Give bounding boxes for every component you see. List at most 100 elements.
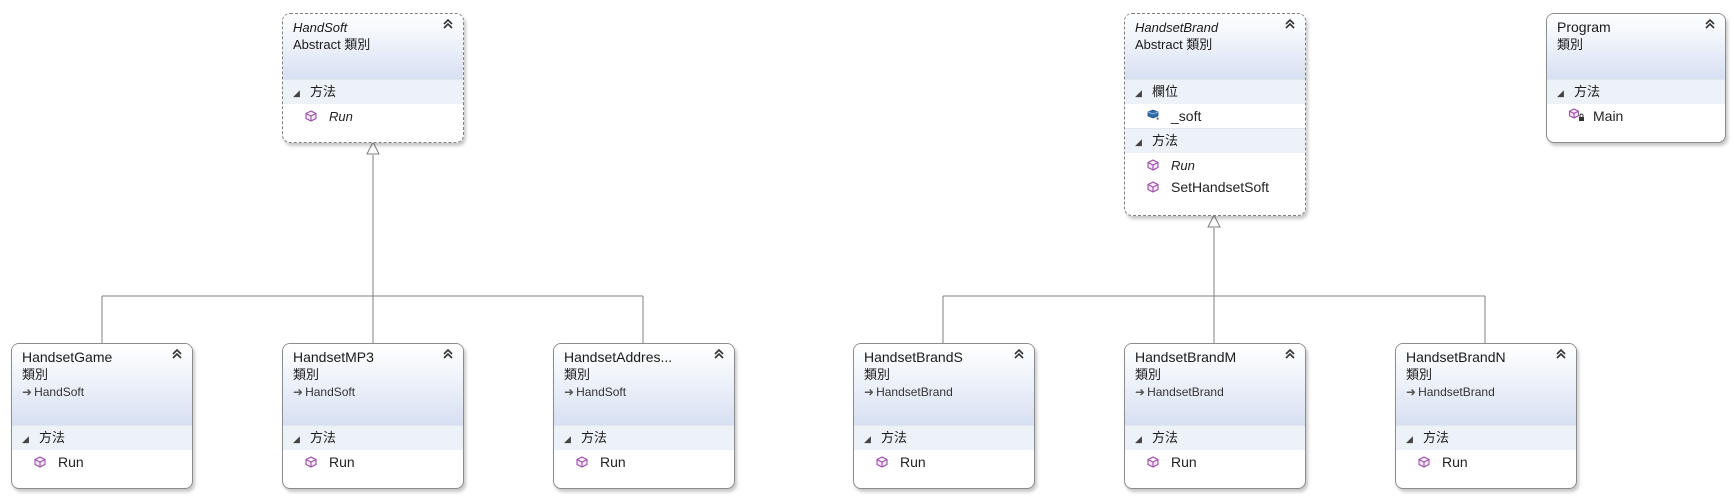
class-box-program[interactable]: Program 類別 ◢ 方法 Main <box>1546 13 1726 143</box>
expand-triangle-icon: ◢ <box>1557 88 1564 98</box>
class-name: HandsetMP3 <box>293 349 374 365</box>
base-class: ➜ HandSoft <box>22 383 182 401</box>
class-header: HandsetMP3 類別 ➜ HandSoft <box>283 344 463 425</box>
section-title: 方法 <box>310 430 337 445</box>
member-run[interactable]: Run <box>554 450 734 474</box>
expand-triangle-icon: ◢ <box>293 88 300 98</box>
class-name: HandsetBrandS <box>864 349 963 365</box>
base-class-name: HandSoft <box>305 385 356 399</box>
class-header: HandsetAddres... 類別 ➜ HandSoft <box>554 344 734 425</box>
method-cube-icon <box>576 451 590 475</box>
class-name: HandSoft <box>293 20 348 35</box>
class-box-handsetgame[interactable]: HandsetGame 類別 ➜ HandSoft ◢ 方法 Run <box>11 343 193 489</box>
inherit-arrow-icon: ➜ <box>564 385 575 399</box>
inherit-arrow-icon: ➜ <box>1406 385 1417 399</box>
section-title: 方法 <box>1152 430 1179 445</box>
collapse-chevron-icon[interactable] <box>1013 348 1025 360</box>
class-name: HandsetGame <box>22 349 113 365</box>
method-cube-icon <box>1418 451 1432 475</box>
collapse-chevron-icon[interactable] <box>1284 348 1296 360</box>
collapse-chevron-icon[interactable] <box>713 348 725 360</box>
member-sethandsetsoft[interactable]: SetHandsetSoft <box>1125 177 1305 199</box>
inherit-arrow-icon: ➜ <box>293 385 304 399</box>
class-name: Program <box>1557 19 1611 35</box>
member-run[interactable]: Run <box>1396 450 1576 474</box>
section-title: 方法 <box>1423 430 1450 445</box>
class-header: HandSoft Abstract 類別 <box>283 14 463 79</box>
method-cube-icon <box>876 451 890 475</box>
section-methods[interactable]: ◢ 方法 <box>1125 425 1305 450</box>
section-methods[interactable]: ◢ 方法 <box>283 425 463 450</box>
member-run[interactable]: Run <box>283 104 463 128</box>
class-box-handsetbrandm[interactable]: HandsetBrandM 類別 ➜ HandsetBrand ◢ 方法 Run <box>1124 343 1306 489</box>
collapse-chevron-icon[interactable] <box>1704 18 1716 30</box>
section-methods[interactable]: ◢ 方法 <box>1547 79 1725 104</box>
base-class-name: HandSoft <box>34 385 85 399</box>
expand-triangle-icon: ◢ <box>22 434 29 444</box>
collapse-chevron-icon[interactable] <box>1284 18 1296 30</box>
member-name: Run <box>329 454 355 470</box>
method-cube-icon <box>305 105 319 129</box>
expand-triangle-icon: ◢ <box>1406 434 1413 444</box>
section-methods[interactable]: ◢ 方法 <box>854 425 1034 450</box>
member-run[interactable]: Run <box>12 450 192 474</box>
expand-triangle-icon: ◢ <box>1135 88 1142 98</box>
section-fields[interactable]: ◢ 欄位 <box>1125 79 1305 104</box>
class-kind: Abstract 類別 <box>1135 37 1213 52</box>
member-run[interactable]: Run <box>854 450 1034 474</box>
member-main[interactable]: Main <box>1547 104 1725 128</box>
generalization-arrow-icon <box>366 140 380 155</box>
method-cube-icon <box>305 451 319 475</box>
expand-triangle-icon: ◢ <box>1135 137 1142 147</box>
class-header: HandsetBrandS 類別 ➜ HandsetBrand <box>854 344 1034 425</box>
collapse-chevron-icon[interactable] <box>1555 348 1567 360</box>
section-methods[interactable]: ◢ 方法 <box>1396 425 1576 450</box>
class-diagram: HandSoft Abstract 類別 ◢ 方法 Run HandsetBran… <box>0 0 1734 497</box>
class-name: HandsetBrandN <box>1406 349 1506 365</box>
expand-triangle-icon: ◢ <box>864 434 871 444</box>
section-title: 方法 <box>310 84 337 99</box>
section-title: 方法 <box>581 430 608 445</box>
base-class-name: HandsetBrand <box>876 385 953 399</box>
member-run[interactable]: Run <box>1125 450 1305 474</box>
base-class: ➜ HandsetBrand <box>1406 383 1566 401</box>
member-run[interactable]: Run <box>283 450 463 474</box>
expand-triangle-icon: ◢ <box>564 434 571 444</box>
section-methods[interactable]: ◢ 方法 <box>554 425 734 450</box>
member-run[interactable]: Run <box>1125 153 1305 177</box>
class-name: HandsetBrandM <box>1135 349 1237 365</box>
member-name: SetHandsetSoft <box>1171 179 1270 195</box>
class-box-handsetbrandn[interactable]: HandsetBrandN 類別 ➜ HandsetBrand ◢ 方法 Run <box>1395 343 1577 489</box>
member-soft-field[interactable]: * _soft <box>1125 104 1305 128</box>
collapse-chevron-icon[interactable] <box>171 348 183 360</box>
member-name: _soft <box>1171 108 1202 124</box>
collapse-chevron-icon[interactable] <box>442 348 454 360</box>
class-box-handsetmp3[interactable]: HandsetMP3 類別 ➜ HandSoft ◢ 方法 Run <box>282 343 464 489</box>
section-methods[interactable]: ◢ 方法 <box>1125 128 1305 153</box>
class-box-handsetaddress[interactable]: HandsetAddres... 類別 ➜ HandSoft ◢ 方法 Run <box>553 343 735 489</box>
section-title: 方法 <box>881 430 908 445</box>
class-kind: 類別 <box>1135 367 1162 382</box>
method-cube-icon <box>1147 178 1161 198</box>
expand-triangle-icon: ◢ <box>1135 434 1142 444</box>
base-class: ➜ HandsetBrand <box>864 383 1024 401</box>
class-box-handsetbrand[interactable]: HandsetBrand Abstract 類別 ◢ 欄位 * _soft ◢ 方法 … <box>1124 13 1306 216</box>
class-box-handsoft[interactable]: HandSoft Abstract 類別 ◢ 方法 Run <box>282 13 464 143</box>
field-icon: * <box>1147 105 1161 129</box>
base-class-name: HandsetBrand <box>1418 385 1495 399</box>
base-class: ➜ HandsetBrand <box>1135 383 1295 401</box>
class-name: HandsetAddres... <box>564 349 673 365</box>
class-kind: 類別 <box>293 367 320 382</box>
private-method-icon <box>1568 105 1584 129</box>
section-methods[interactable]: ◢ 方法 <box>283 79 463 104</box>
class-header: HandsetBrand Abstract 類別 <box>1125 14 1305 79</box>
section-methods[interactable]: ◢ 方法 <box>12 425 192 450</box>
inherit-arrow-icon: ➜ <box>864 385 875 399</box>
collapse-chevron-icon[interactable] <box>442 18 454 30</box>
class-kind: 類別 <box>1557 37 1584 52</box>
base-class-name: HandsetBrand <box>1147 385 1224 399</box>
method-cube-icon <box>1147 154 1161 178</box>
inherit-arrow-icon: ➜ <box>1135 385 1146 399</box>
member-name: Run <box>58 454 84 470</box>
class-box-handsetbrands[interactable]: HandsetBrandS 類別 ➜ HandsetBrand ◢ 方法 Run <box>853 343 1035 489</box>
